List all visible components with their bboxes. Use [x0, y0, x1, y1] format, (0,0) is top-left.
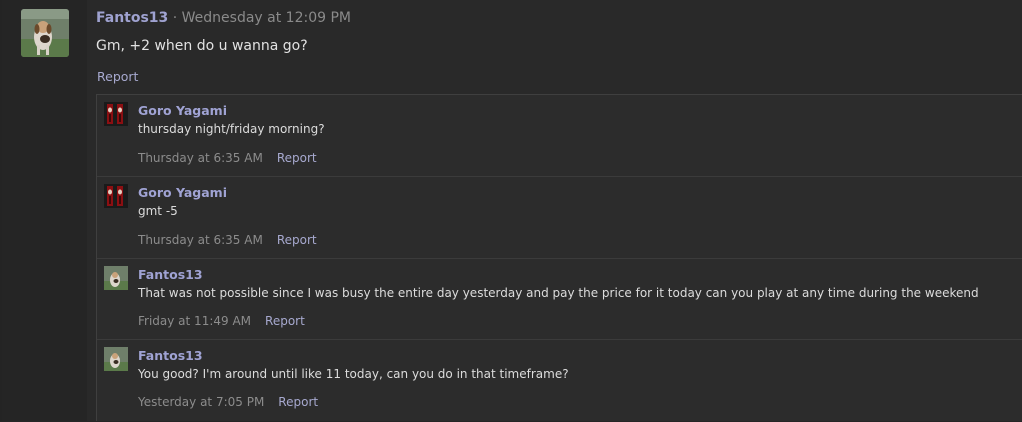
comment-list: Goro Yagami thursday night/friday mornin… — [96, 94, 1022, 421]
comment-time[interactable]: Thursday at 6:35 AM — [138, 233, 263, 247]
commenter-name[interactable]: Goro Yagami — [138, 185, 227, 200]
post-header: Fantos13 · Wednesday at 12:09 PM — [96, 10, 351, 26]
left-gutter — [0, 0, 87, 421]
comment-time[interactable]: Thursday at 6:35 AM — [138, 151, 263, 165]
post-timestamp[interactable]: Wednesday at 12:09 PM — [182, 10, 351, 26]
comment-item: Fantos13 You good? I'm around until like… — [97, 340, 1022, 422]
post-report-link[interactable]: Report — [97, 69, 138, 84]
comment-report-link[interactable]: Report — [265, 314, 305, 328]
commenter-avatar[interactable] — [104, 184, 128, 208]
post-message: Gm, +2 when do u wanna go? — [96, 38, 308, 54]
comment-time[interactable]: Friday at 11:49 AM — [138, 314, 251, 328]
user-avatar[interactable] — [21, 9, 69, 57]
comment-time[interactable]: Yesterday at 7:05 PM — [138, 395, 264, 409]
comment-meta: Friday at 11:49 AM Report — [138, 314, 305, 328]
commenter-name[interactable]: Goro Yagami — [138, 103, 227, 118]
comment-report-link[interactable]: Report — [278, 395, 318, 409]
comment-report-link[interactable]: Report — [277, 233, 317, 247]
comment-text: That was not possible since I was busy t… — [138, 286, 979, 300]
comment-text: gmt -5 — [138, 204, 178, 218]
comment-text: thursday night/friday morning? — [138, 122, 325, 136]
comment-report-link[interactable]: Report — [277, 151, 317, 165]
commenter-avatar[interactable] — [104, 266, 128, 290]
commenter-avatar[interactable] — [104, 347, 128, 371]
post-username[interactable]: Fantos13 — [96, 10, 168, 26]
commenter-avatar[interactable] — [104, 102, 128, 126]
comment-meta: Thursday at 6:35 AM Report — [138, 233, 317, 247]
comment-item: Fantos13 That was not possible since I w… — [97, 259, 1022, 340]
comment-item: Goro Yagami thursday night/friday mornin… — [97, 95, 1022, 177]
comment-item: Goro Yagami gmt -5 Thursday at 6:35 AM Re… — [97, 177, 1022, 259]
commenter-name[interactable]: Fantos13 — [138, 267, 203, 282]
header-separator: · — [172, 10, 178, 26]
commenter-name[interactable]: Fantos13 — [138, 348, 203, 363]
comment-meta: Thursday at 6:35 AM Report — [138, 151, 317, 165]
comment-text: You good? I'm around until like 11 today… — [138, 367, 569, 381]
comment-meta: Yesterday at 7:05 PM Report — [138, 395, 318, 409]
